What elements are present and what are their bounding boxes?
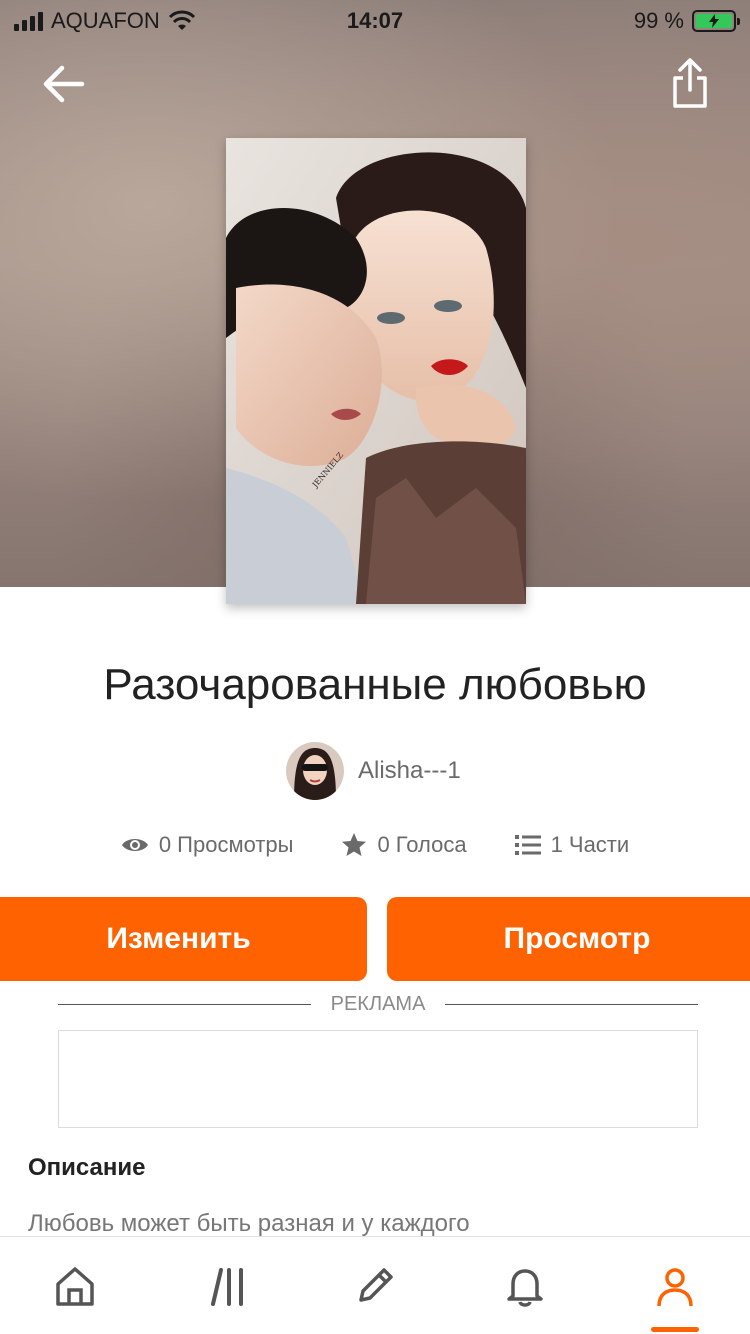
ad-slot[interactable] (58, 1030, 698, 1128)
parts-count: 1 Части (550, 832, 630, 857)
bottom-nav (0, 1236, 750, 1334)
description-heading: Описание (28, 1154, 146, 1181)
write-icon (359, 1268, 393, 1302)
cover-art: JENNIELZ (226, 138, 526, 604)
votes-stat: 0 Голоса (341, 832, 467, 858)
profile-icon (657, 1268, 693, 1307)
share-icon[interactable] (670, 56, 710, 112)
eye-icon (121, 839, 148, 851)
views-count: 0 Просмотры (158, 832, 294, 857)
divider (58, 1004, 311, 1005)
bell-icon (507, 1269, 543, 1307)
nav-library[interactable] (204, 1261, 254, 1311)
nav-notifications[interactable] (500, 1261, 550, 1311)
charging-icon (709, 14, 719, 28)
status-bar: AQUAFON 14:07 99 % (0, 0, 750, 40)
votes-count: 0 Голоса (377, 832, 467, 857)
divider (445, 1004, 699, 1005)
nav-write[interactable] (350, 1261, 400, 1311)
story-stats: 0 Просмотры 0 Голоса 1 Части (0, 832, 750, 858)
home-icon (56, 1267, 94, 1306)
view-button[interactable]: Просмотр (387, 897, 750, 981)
parts-stat[interactable]: 1 Части (514, 832, 630, 858)
story-title: Разочарованные любовью (103, 660, 647, 709)
description-text: Любовь может быть разная и у каждого (28, 1210, 470, 1237)
nav-home[interactable] (50, 1261, 100, 1311)
edit-button[interactable]: Изменить (0, 897, 367, 981)
star-icon (342, 833, 367, 856)
nav-profile[interactable] (650, 1261, 700, 1311)
author-name: Alisha---1 (358, 757, 461, 784)
library-icon (211, 1268, 243, 1306)
author-link[interactable]: Alisha---1 (286, 742, 461, 800)
ad-label: РЕКЛАМА (330, 993, 426, 1015)
battery-icon (692, 10, 740, 32)
status-right: 99 % (633, 8, 740, 34)
battery-percent: 99 % (633, 8, 684, 33)
list-icon (514, 835, 541, 855)
active-tab-indicator (651, 1327, 699, 1332)
ad-separator: РЕКЛАМА (58, 993, 699, 1016)
back-arrow-icon[interactable] (38, 58, 90, 110)
avatar (286, 742, 344, 800)
views-stat: 0 Просмотры (121, 832, 294, 858)
story-cover[interactable]: JENNIELZ (226, 138, 526, 604)
